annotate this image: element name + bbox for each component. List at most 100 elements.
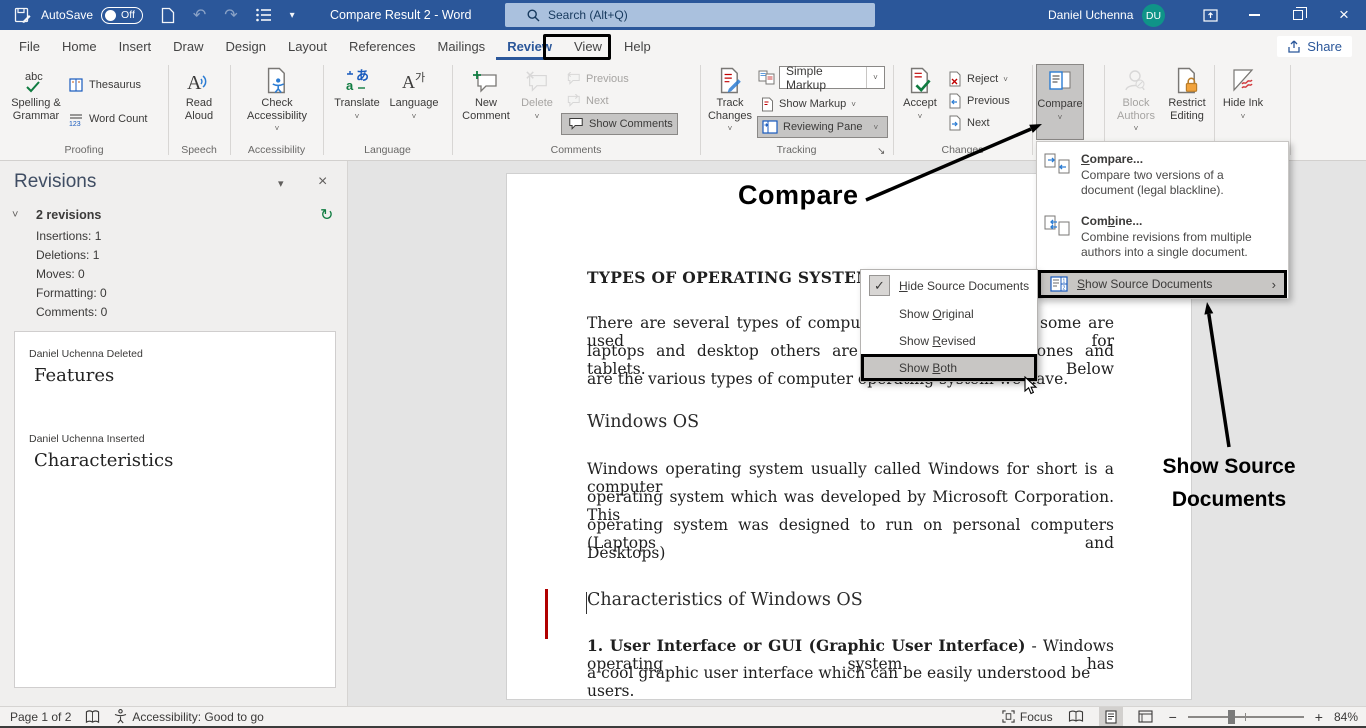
menu-item-show-revised[interactable]: Show Revised <box>861 327 1037 355</box>
minimize-button[interactable] <box>1232 0 1276 30</box>
check-accessibility-chevron-icon: ˅ <box>275 123 280 136</box>
revisions-pane-menu-icon[interactable]: ▾ <box>278 177 284 190</box>
revisions-pane-close-icon[interactable]: × <box>318 173 327 191</box>
doc-heading: TYPES OF OPERATING SYSTEMS <box>587 268 885 287</box>
menu-item-compare[interactable]: Compare... Compare two versions of a doc… <box>1043 152 1267 198</box>
read-aloud-icon: A <box>186 64 212 94</box>
compare-menu-desc: Compare two versions of a document (lega… <box>1081 168 1267 198</box>
language-button[interactable]: A가 Language ˅ <box>387 64 441 142</box>
menu-item-hide-source-documents[interactable]: ✓ Hide Source Documents <box>861 272 1037 300</box>
tab-references[interactable]: References <box>338 32 426 60</box>
tab-design[interactable]: Design <box>215 32 277 60</box>
read-aloud-button[interactable]: A Read Aloud <box>174 64 224 142</box>
tab-layout[interactable]: Layout <box>277 32 338 60</box>
markup-view-select-chevron-icon[interactable]: ˅ <box>866 67 884 88</box>
new-document-icon[interactable] <box>161 7 175 24</box>
word-window: AutoSave Off ↶ ↷ ▾ Compare Result 2 - Wo… <box>0 0 1366 728</box>
share-button[interactable]: Share <box>1277 36 1352 57</box>
accessibility-status[interactable]: Accessibility: Good to go <box>114 709 263 724</box>
revision-entry-meta[interactable]: Daniel Uchenna Deleted <box>29 348 143 360</box>
check-accessibility-button[interactable]: Check Accessibility ˅ <box>244 64 310 142</box>
new-comment-icon <box>473 64 499 94</box>
hide-ink-button[interactable]: Hide Ink ˅ <box>1220 64 1266 142</box>
menu-item-show-original[interactable]: Show Original <box>861 300 1037 328</box>
translate-button[interactable]: あa Translate ˅ <box>331 64 383 142</box>
reject-button[interactable]: Reject ˅ <box>948 68 1008 90</box>
ribbon-display-options-icon[interactable] <box>1188 0 1232 30</box>
bullet-list-icon[interactable] <box>256 8 272 22</box>
compare-button[interactable]: Compare ˅ <box>1036 64 1084 140</box>
tab-insert[interactable]: Insert <box>108 32 163 60</box>
tab-review[interactable]: Review <box>496 32 563 60</box>
revision-entry-text[interactable]: Characteristics <box>34 450 173 471</box>
zoom-out-button[interactable]: − <box>1169 709 1177 725</box>
stat-insertions: Insertions: 1 <box>36 229 101 243</box>
tab-help[interactable]: Help <box>613 32 662 60</box>
zoom-level[interactable]: 84% <box>1334 710 1358 724</box>
autosave-toggle[interactable]: Off <box>101 7 143 24</box>
tab-mailings[interactable]: Mailings <box>427 32 497 60</box>
new-comment-button[interactable]: New Comment <box>459 64 513 142</box>
close-button[interactable]: × <box>1322 0 1366 30</box>
tab-home[interactable]: Home <box>51 32 108 60</box>
print-layout-button[interactable] <box>1099 707 1123 726</box>
markup-view-select[interactable]: Simple Markup ˅ <box>779 66 885 89</box>
status-bar: Page 1 of 2 Accessibility: Good to go Fo… <box>0 706 1366 728</box>
read-mode-button[interactable] <box>1064 707 1088 726</box>
tab-view[interactable]: View <box>563 32 613 60</box>
restore-button[interactable] <box>1276 0 1320 30</box>
customize-toolbar-icon[interactable]: ▾ <box>290 10 295 21</box>
zoom-slider[interactable] <box>1188 716 1304 718</box>
restrict-editing-button[interactable]: Restrict Editing <box>1162 64 1212 142</box>
spelling-grammar-button[interactable]: abc Spelling & Grammar <box>6 64 66 142</box>
show-comments-button[interactable]: Show Comments <box>561 113 678 135</box>
zoom-in-button[interactable]: + <box>1315 709 1323 725</box>
account-name[interactable]: Daniel Uchenna <box>1048 0 1133 30</box>
compare-menu-icon <box>1043 152 1071 198</box>
stat-formatting: Formatting: 0 <box>36 286 107 300</box>
word-count-button[interactable]: 123 Word Count <box>68 108 148 130</box>
previous-change-button[interactable]: Previous <box>948 90 1010 112</box>
accessibility-icon <box>114 709 127 724</box>
zoom-slider-handle[interactable] <box>1228 710 1235 724</box>
focus-button[interactable]: Focus <box>1002 710 1053 724</box>
combine-menu-icon <box>1043 214 1071 260</box>
tab-file[interactable]: File <box>8 32 51 60</box>
track-changes-chevron-icon: ˅ <box>728 123 733 136</box>
label-accel: S <box>1077 277 1085 291</box>
tracking-dialog-launcher-icon[interactable]: ↘ <box>877 146 885 157</box>
group-label-speech: Speech <box>168 144 230 156</box>
avatar[interactable]: DU <box>1142 4 1165 27</box>
show-markup-button[interactable]: Show Markup ˅ <box>761 93 856 115</box>
web-layout-button[interactable] <box>1134 707 1158 726</box>
menu-item-show-both[interactable]: Show Both <box>861 354 1037 381</box>
menu-item-combine[interactable]: Combine... Combine revisions from multip… <box>1043 214 1267 260</box>
menu-item-show-source-documents[interactable]: 12 Show Source Documents › <box>1038 270 1287 298</box>
translate-label: Translate <box>334 97 379 110</box>
accept-button[interactable]: Accept ˅ <box>897 64 943 142</box>
reviewing-pane-button[interactable]: Reviewing Pane ˅ <box>757 116 888 138</box>
svg-text:2: 2 <box>1063 286 1066 292</box>
revision-entry-meta[interactable]: Daniel Uchenna Inserted <box>29 433 145 445</box>
language-chevron-icon: ˅ <box>412 111 417 124</box>
thesaurus-button[interactable]: Thesaurus <box>68 74 141 96</box>
track-changes-button[interactable]: Track Changes ˅ <box>704 64 756 142</box>
proofing-status-icon[interactable] <box>85 710 100 724</box>
revision-entry-text[interactable]: Features <box>34 365 114 386</box>
label-part: Show <box>899 361 932 375</box>
save-icon[interactable] <box>14 7 31 24</box>
autosave-toggle-knob <box>105 10 116 21</box>
tab-draw[interactable]: Draw <box>162 32 214 60</box>
group-label-language: Language <box>323 144 452 156</box>
reviewing-pane-label: Reviewing Pane <box>783 121 863 133</box>
revisions-summary[interactable]: 2 revisions <box>36 208 101 222</box>
search-bar[interactable]: Search (Alt+Q) <box>505 3 875 27</box>
thesaurus-icon <box>68 78 84 93</box>
show-markup-label: Show Markup <box>779 98 846 110</box>
refresh-icon[interactable]: ↻ <box>320 205 333 225</box>
label-accel: b <box>1108 214 1115 228</box>
revisions-summary-chevron-icon[interactable]: ˅ <box>12 209 18 221</box>
show-markup-icon <box>761 97 774 112</box>
page-indicator[interactable]: Page 1 of 2 <box>10 710 71 724</box>
next-change-button[interactable]: Next <box>948 112 990 134</box>
